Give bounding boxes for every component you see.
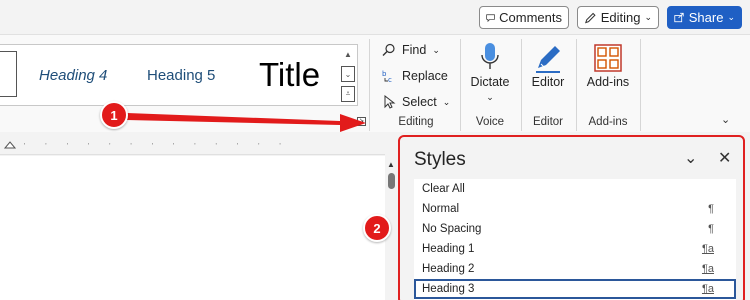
callout-badge-1: 1 bbox=[100, 101, 128, 129]
callout-arrow bbox=[126, 113, 366, 132]
callout-badge-2: 2 bbox=[363, 214, 391, 242]
